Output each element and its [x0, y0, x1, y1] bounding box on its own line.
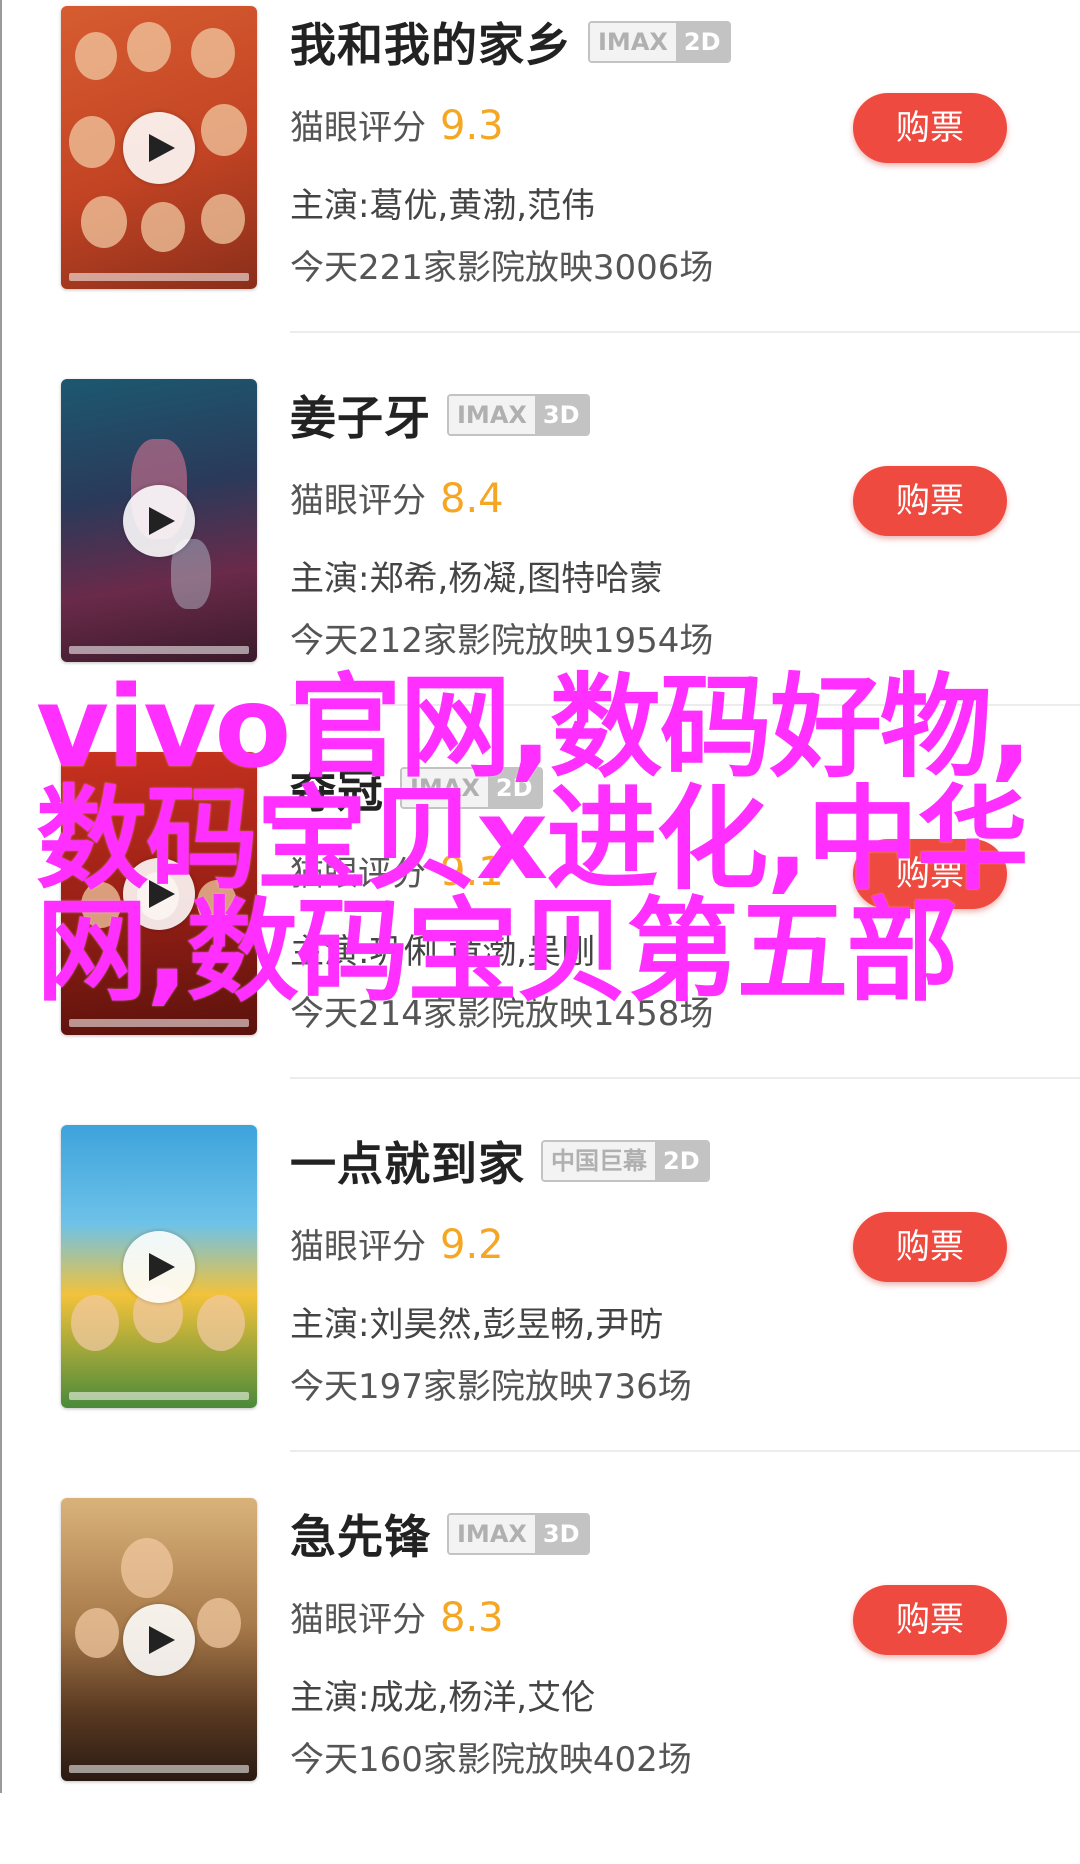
cast-line: 主演:郑希,杨凝,图特哈蒙 — [290, 559, 664, 599]
score-value: 9.2 — [440, 1222, 504, 1268]
movie-poster[interactable] — [61, 6, 257, 289]
play-icon — [149, 506, 175, 535]
movie-title-row: 姜子牙 IMAX 3D — [290, 385, 590, 445]
play-button[interactable] — [123, 111, 195, 184]
buy-ticket-button[interactable]: 购票 — [853, 466, 1007, 536]
divider — [290, 1077, 1080, 1079]
play-icon — [149, 1252, 175, 1281]
showtimes-line: 今天197家影院放映736场 — [290, 1367, 692, 1407]
score-label: 猫眼评分 — [290, 1227, 426, 1267]
buy-ticket-button[interactable]: 购票 — [853, 93, 1007, 163]
buy-ticket-button[interactable]: 购票 — [853, 1212, 1007, 1282]
format-badge: IMAX 3D — [447, 1513, 590, 1555]
format-badge-label: IMAX — [590, 23, 676, 61]
format-badge: IMAX 3D — [447, 394, 590, 436]
score-line: 猫眼评分 9.3 — [290, 100, 504, 150]
buy-ticket-button[interactable]: 购票 — [853, 1585, 1007, 1655]
movie-title: 我和我的家乡 — [290, 18, 572, 72]
showtimes-line: 今天212家影院放映1954场 — [290, 621, 714, 661]
format-badge-dimension: 2D — [675, 23, 729, 61]
movie-title: 急先锋 — [290, 1510, 431, 1564]
play-icon — [149, 1625, 175, 1654]
score-value: 9.3 — [440, 103, 504, 149]
movie-item: 我和我的家乡 IMAX 2D 猫眼评分 9.3 主演:葛优,黄渤,范伟 今天22… — [0, 0, 1080, 372]
movie-title-row: 一点就到家 中国巨幕 2D — [290, 1131, 710, 1191]
cast-line: 主演:葛优,黄渤,范伟 — [290, 186, 596, 226]
format-badge-label: IMAX — [449, 1515, 535, 1553]
movie-poster[interactable] — [61, 379, 257, 662]
format-badge-label: IMAX — [449, 396, 535, 434]
showtimes-line: 今天160家影院放映402场 — [290, 1740, 692, 1780]
movie-title-row: 急先锋 IMAX 3D — [290, 1504, 590, 1564]
movie-poster[interactable] — [61, 1125, 257, 1408]
divider — [290, 331, 1080, 333]
score-value: 8.3 — [440, 1595, 504, 1641]
cast-line: 主演:刘昊然,彭昱畅,尹昉 — [290, 1305, 664, 1345]
score-line: 猫眼评分 8.3 — [290, 1592, 504, 1642]
play-button[interactable] — [123, 484, 195, 557]
format-badge-label: 中国巨幕 — [543, 1142, 655, 1180]
movie-title: 姜子牙 — [290, 391, 431, 445]
format-badge: 中国巨幕 2D — [541, 1140, 710, 1182]
showtimes-line: 今天221家影院放映3006场 — [290, 248, 714, 288]
play-icon — [149, 133, 175, 162]
play-button[interactable] — [123, 1603, 195, 1676]
score-label: 猫眼评分 — [290, 1600, 426, 1640]
movie-title-row: 我和我的家乡 IMAX 2D — [290, 12, 731, 72]
format-badge: IMAX 2D — [588, 21, 731, 63]
movie-poster[interactable] — [61, 1498, 257, 1781]
play-button[interactable] — [123, 1230, 195, 1303]
format-badge-dimension: 3D — [534, 396, 588, 434]
score-line: 猫眼评分 9.2 — [290, 1219, 504, 1269]
score-value: 8.4 — [440, 476, 504, 522]
score-label: 猫眼评分 — [290, 108, 426, 148]
movie-title: 一点就到家 — [290, 1137, 525, 1191]
format-badge-dimension: 2D — [655, 1142, 708, 1180]
cast-line: 主演:成龙,杨洋,艾伦 — [290, 1678, 596, 1718]
score-label: 猫眼评分 — [290, 481, 426, 521]
watermark-overlay-text: vivo官网,数码好物,数码宝贝x进化,中华网,数码宝贝第五部 — [36, 663, 1032, 1017]
score-line: 猫眼评分 8.4 — [290, 473, 504, 523]
divider — [290, 1450, 1080, 1452]
format-badge-dimension: 3D — [534, 1515, 588, 1553]
movie-item: 急先锋 IMAX 3D 猫眼评分 8.3 主演:成龙,杨洋,艾伦 今天160家影… — [0, 1492, 1080, 1864]
movie-item: 一点就到家 中国巨幕 2D 猫眼评分 9.2 主演:刘昊然,彭昱畅,尹昉 今天1… — [0, 1119, 1080, 1491]
